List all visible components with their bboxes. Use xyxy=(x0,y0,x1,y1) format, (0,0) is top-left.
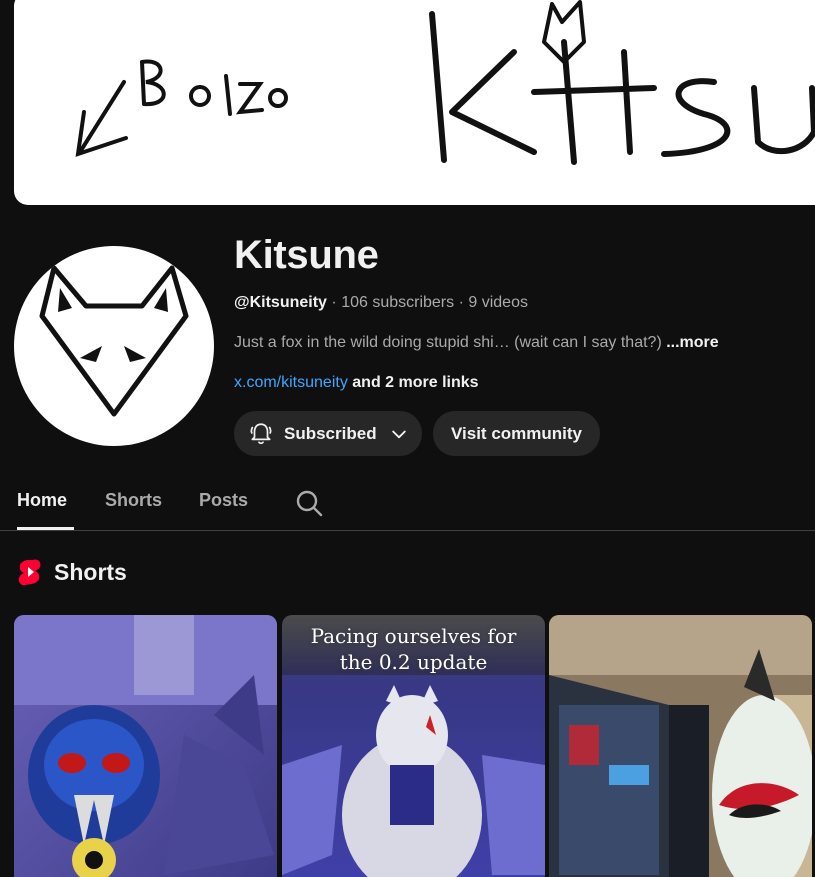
fox-mask-icon xyxy=(39,265,189,417)
channel-links[interactable]: x.com/kitsuneity and 2 more links xyxy=(234,374,479,392)
short-thumbnail[interactable]: Pacing ourselves for the 0.2 update xyxy=(282,615,545,877)
description-text: Just a fox in the wild doing stupid shi…… xyxy=(234,334,662,351)
video-count: 9 videos xyxy=(468,294,528,311)
banner-scribble xyxy=(75,59,288,157)
channel-name: Kitsune xyxy=(234,233,379,277)
meta-separator: · xyxy=(331,294,337,311)
tab-shorts[interactable]: Shorts xyxy=(105,490,162,511)
meta-separator: · xyxy=(458,294,464,311)
tab-home[interactable]: Home xyxy=(17,490,67,511)
channel-avatar[interactable] xyxy=(14,246,214,446)
chevron-down-icon xyxy=(391,430,406,438)
active-tab-indicator xyxy=(17,527,74,530)
more-link[interactable]: ...more xyxy=(666,334,718,351)
subscriber-count: 106 subscribers xyxy=(341,294,455,311)
tab-posts[interactable]: Posts xyxy=(199,490,248,511)
shorts-logo-icon xyxy=(18,559,41,586)
channel-tabs: Home Shorts Posts xyxy=(0,480,815,531)
channel-description[interactable]: Just a fox in the wild doing stupid shi…… xyxy=(234,334,719,352)
more-links[interactable]: and 2 more links xyxy=(352,374,478,391)
channel-meta: @Kitsuneity · 106 subscribers · 9 videos xyxy=(234,294,528,312)
banner-title xyxy=(429,0,815,165)
external-link[interactable]: x.com/kitsuneity xyxy=(234,374,348,391)
channel-banner xyxy=(14,0,815,205)
short-thumbnail[interactable] xyxy=(549,615,812,877)
shorts-section-header: Shorts xyxy=(18,558,127,586)
subscribed-button[interactable]: Subscribed xyxy=(234,411,422,456)
short-thumbnail[interactable] xyxy=(14,615,277,877)
subscribed-label: Subscribed xyxy=(284,423,377,443)
section-title: Shorts xyxy=(54,558,127,585)
search-icon[interactable] xyxy=(294,488,324,518)
bell-icon xyxy=(250,422,272,444)
visit-community-button[interactable]: Visit community xyxy=(433,411,600,456)
channel-handle: @Kitsuneity xyxy=(234,294,327,311)
short-caption: Pacing ourselves for the 0.2 update xyxy=(310,624,517,674)
